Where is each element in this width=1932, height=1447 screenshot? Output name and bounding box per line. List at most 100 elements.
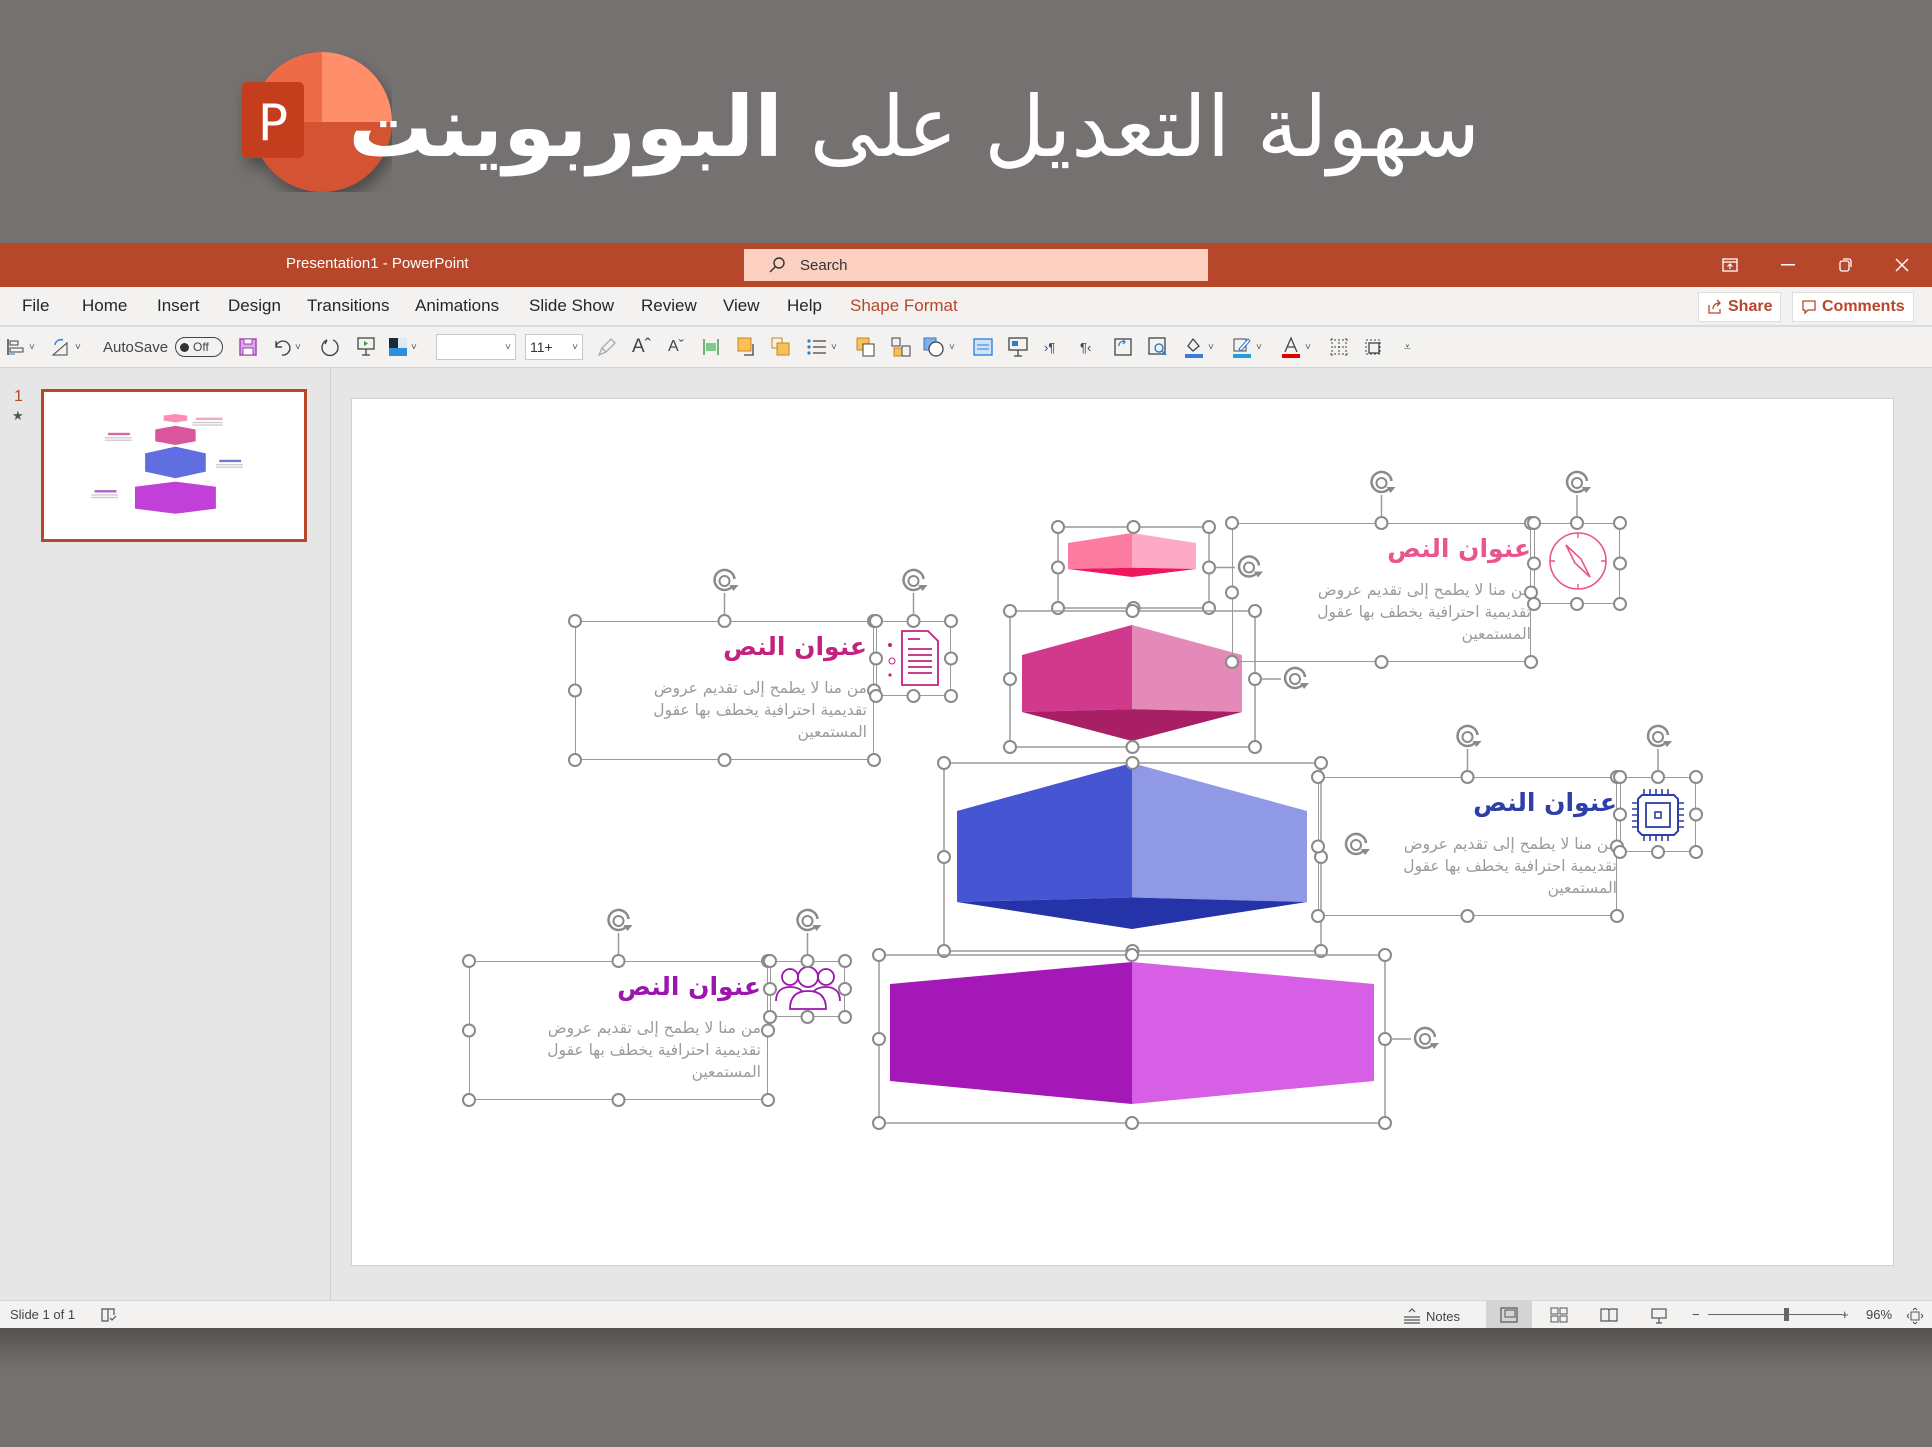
close-button[interactable] [1874,243,1930,287]
undo-button[interactable]: ˅ [272,335,301,359]
promo-banner: P سهولة التعديل على البوربوينت [0,0,1932,243]
ungroup-icon [891,337,911,357]
bullets-icon [807,339,826,355]
selection-pane-button[interactable] [972,335,994,359]
redo-button[interactable] [320,335,340,359]
font-size-select[interactable]: 11+ ˅ [525,334,583,360]
tab-view[interactable]: View [723,296,760,316]
item-title-3: عنوان النص [1473,788,1617,817]
slide-sorter-button[interactable] [1550,1307,1568,1323]
arrange-button[interactable] [1112,335,1134,359]
shape-fill-button[interactable]: ˅ [1183,335,1214,359]
magenta-block[interactable] [1022,625,1242,741]
purple-block[interactable] [890,962,1374,1104]
share-button[interactable]: Share [1698,292,1782,322]
thumbnail-preview [91,413,243,514]
decrease-font-button[interactable]: Aˇ [668,335,684,359]
autosave-label: AutoSave [103,338,169,356]
present-button[interactable] [1007,335,1029,359]
notes-label: Notes [1426,1308,1460,1324]
blue-block[interactable] [957,763,1307,929]
shape-outline-button[interactable]: ˅ [1231,335,1262,359]
title-bar: Presentation1 - PowerPoint Search [0,243,1932,287]
purple-block-left-face [890,962,1132,1104]
fit-to-window-button[interactable] [1906,1307,1924,1325]
panel-splitter[interactable] [330,368,331,1300]
zoom-button[interactable] [1147,335,1169,359]
slide-sorter-icon [1550,1307,1568,1323]
bring-forward-button[interactable] [736,335,758,359]
minimize-button[interactable] [1760,243,1816,287]
tab-slide-show[interactable]: Slide Show [529,296,614,316]
align-button[interactable]: ˅ [6,335,35,359]
ltr-button[interactable]: ›¶ [1044,335,1055,359]
bullets-button[interactable]: ˅ [806,335,837,359]
tab-animations[interactable]: Animations [415,296,499,316]
customize-toolbar-button[interactable]: ⩡ [1404,335,1411,359]
save-button[interactable] [238,335,258,359]
ungroup-button[interactable] [890,335,912,359]
group-button[interactable] [855,335,877,359]
font-size-value: 11+ [530,339,553,355]
slide-show-button[interactable] [1650,1307,1668,1325]
zoom-out-button[interactable]: − [1692,1307,1700,1322]
search-box[interactable]: Search [744,249,1208,281]
tab-home[interactable]: Home [82,296,127,316]
notes-icon [1404,1308,1420,1324]
zoom-in-button[interactable]: + [1841,1307,1849,1322]
slide-thumbnail[interactable] [41,389,307,542]
document-title: Presentation1 - PowerPoint [286,255,469,272]
slide-canvas[interactable]: عنوان النص من منا لا يطمح إلى تقديم عروض… [351,398,1894,1266]
normal-view-button[interactable] [1486,1301,1532,1328]
tab-file[interactable]: File [22,296,49,316]
pink-block[interactable] [1068,533,1196,577]
comments-button[interactable]: Comments [1792,292,1914,322]
accessibility-button[interactable] [100,1307,118,1323]
font-name-select[interactable]: ˅ [436,334,516,360]
pink-block-right-face [1132,533,1196,569]
ribbon-tabs: File Home Insert Design Transitions Anim… [0,287,1932,327]
share-label: Share [1728,298,1773,315]
reading-view-icon [1600,1308,1618,1322]
pink-block-left-face [1068,533,1132,569]
zoom-out-icon: − [1692,1307,1700,1322]
rotate-button[interactable]: ˅ [50,335,81,359]
zoom-slider-thumb[interactable] [1783,1308,1789,1321]
zoom-percent[interactable]: 96% [1866,1307,1892,1322]
users-icon [775,966,841,1010]
notes-button[interactable]: Notes [1402,1307,1460,1325]
align-distribute-icon [703,339,719,355]
zoom-slider[interactable] [1708,1314,1842,1315]
rtl-icon: ¶‹ [1080,339,1092,355]
shapes-button[interactable]: ˅ [922,335,955,359]
grid-button[interactable] [1328,335,1350,359]
start-from-beginning-button[interactable] [356,335,376,359]
restore-button[interactable] [1817,243,1873,287]
svg-text:P: P [258,94,288,152]
ribbon-display-button[interactable] [1702,243,1758,287]
save-icon [239,338,257,356]
item-title-4: عنوان النص [617,972,761,1001]
decrease-font-icon: Aˇ [668,338,684,355]
rtl-button[interactable]: ¶‹ [1080,335,1091,359]
font-color-button[interactable]: ˅ [1280,335,1311,359]
magenta-block-bottom-face [1022,709,1242,741]
tab-insert[interactable]: Insert [157,296,200,316]
tab-review[interactable]: Review [641,296,697,316]
align-distribute-button[interactable] [700,335,722,359]
autosave-toggle[interactable]: Off [175,335,223,359]
tab-transitions[interactable]: Transitions [307,296,390,316]
purple-block-right-face [1132,962,1374,1104]
theme-colors-button[interactable]: ˅ [388,335,417,359]
crop-button[interactable] [1362,335,1384,359]
tab-shape-format[interactable]: Shape Format [850,296,958,316]
format-painter-button[interactable] [597,335,617,359]
present-icon [1008,337,1028,357]
reading-view-button[interactable] [1600,1307,1618,1323]
shapes-icon [923,337,944,357]
send-backward-button[interactable] [770,335,792,359]
tab-design[interactable]: Design [228,296,281,316]
increase-font-button[interactable]: Aˆ [632,335,651,359]
tab-help[interactable]: Help [787,296,822,316]
magenta-block-right-face [1132,625,1242,712]
